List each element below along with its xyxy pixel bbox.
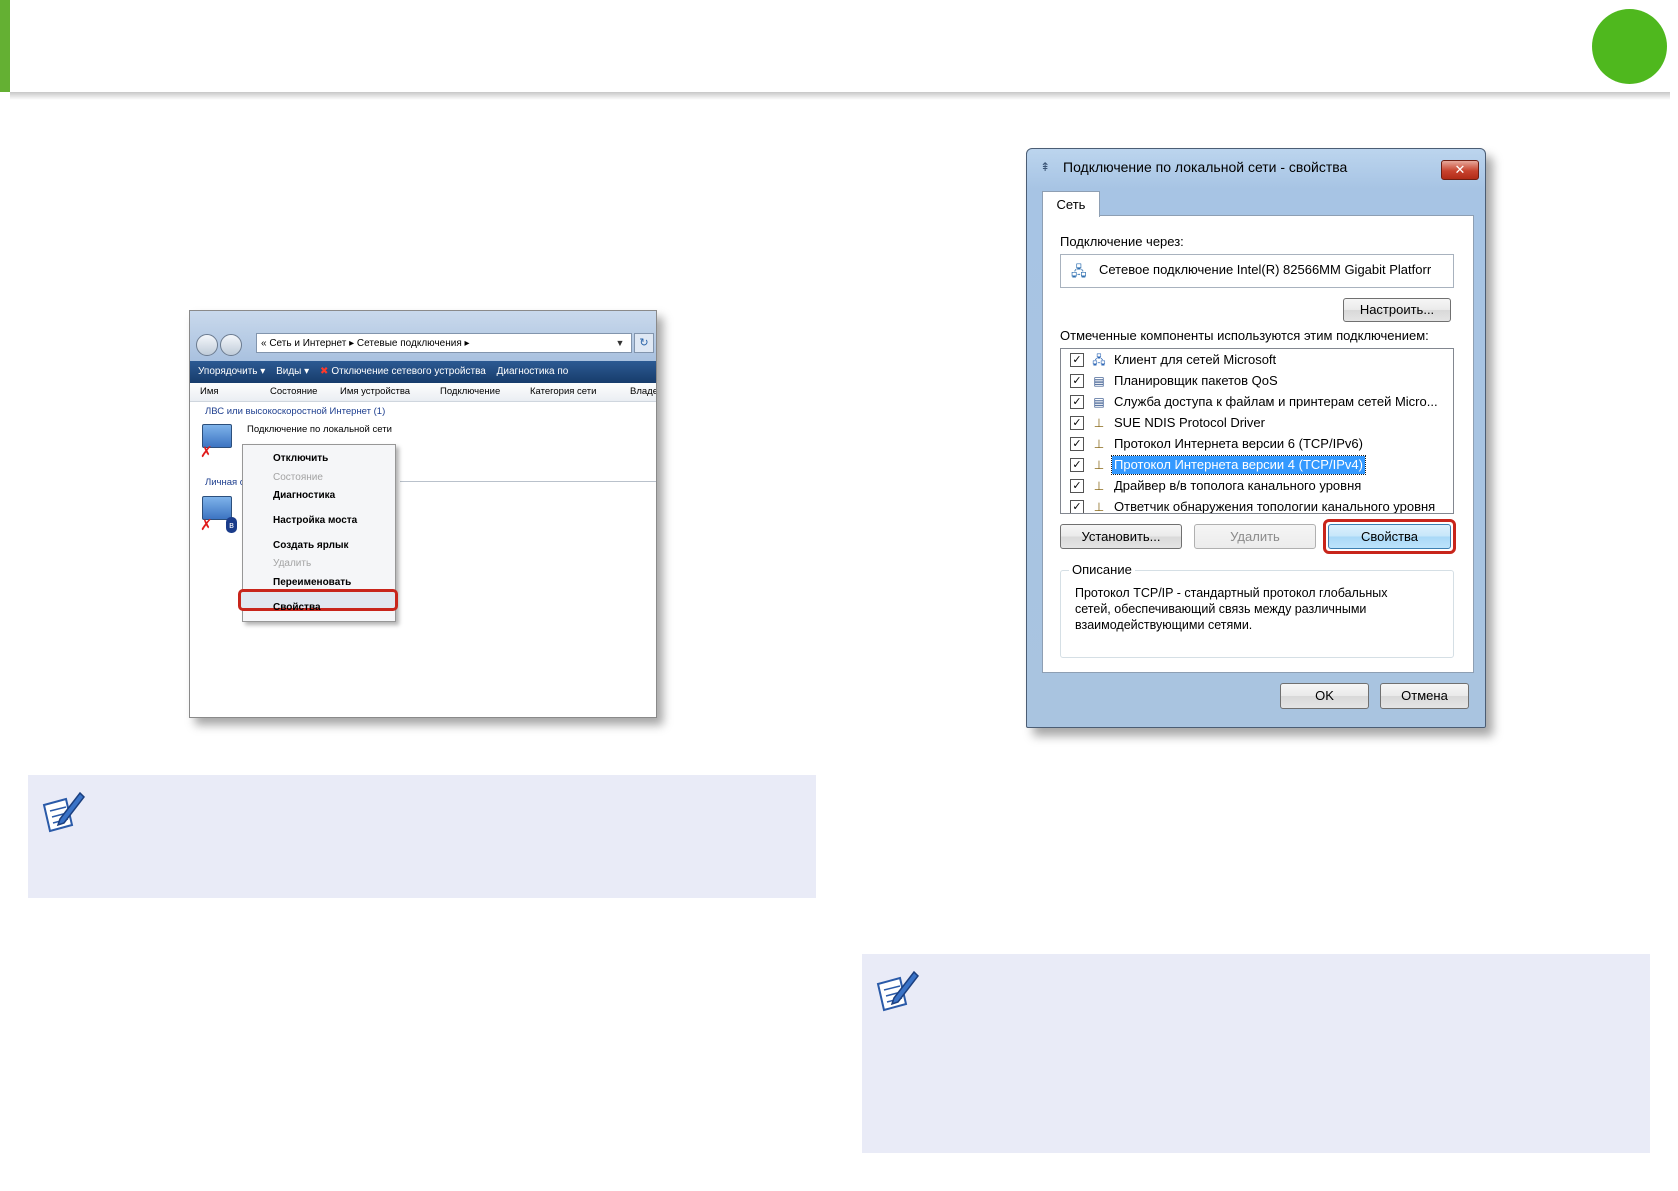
menu-item-status: Состояние [273, 472, 323, 483]
address-bar[interactable]: « Сеть и Интернет ▸ Сетевые подключения … [256, 333, 632, 353]
network-plug-icon: ⇞ [1040, 160, 1051, 174]
description-text: Протокол TCP/IP - стандартный протокол г… [1075, 585, 1387, 633]
cancel-button[interactable]: Отмена [1380, 683, 1469, 709]
menu-item-delete: Удалить [273, 558, 312, 569]
menu-item-shortcut[interactable]: Создать ярлык [273, 540, 349, 551]
dialog-title: Подключение по локальной сети - свойства [1063, 159, 1348, 175]
header-divider [10, 92, 1670, 100]
lan-properties-dialog: ⇞ Подключение по локальной сети - свойст… [1026, 148, 1486, 728]
remove-button: Удалить [1194, 524, 1316, 549]
list-item[interactable]: ✓ 🖧 Клиент для сетей Microsoft [1061, 350, 1453, 370]
component-checkbox[interactable]: ✓ [1070, 416, 1084, 430]
component-label: Служба доступа к файлам и принтерам сете… [1114, 394, 1438, 409]
network-connections-window: « Сеть и Интернет ▸ Сетевые подключения … [189, 310, 657, 718]
diagnose-button[interactable]: Диагностика по [497, 366, 569, 377]
context-menu: Отключить Состояние Диагностика Настройк… [238, 444, 398, 622]
group-header-lan[interactable]: ЛВС или высокоскоростной Интернет (1) [205, 406, 385, 417]
column-owner[interactable]: Владе [630, 383, 656, 401]
list-item[interactable]: ✓ ⊥ SUE NDIS Protocol Driver [1061, 413, 1453, 433]
organize-button[interactable]: Упорядочить ▾ [198, 366, 265, 377]
disabled-x-icon: ✗ [200, 517, 213, 534]
bluetooth-icon: ʙ [226, 517, 237, 533]
configure-button[interactable]: Настроить... [1343, 298, 1451, 322]
address-dropdown-icon[interactable]: ▼ [610, 333, 630, 353]
description-line: взаимодействующими сетями. [1075, 618, 1253, 632]
menu-item-diagnose[interactable]: Диагностика [273, 490, 335, 501]
properties-button[interactable]: Свойства [1328, 524, 1451, 549]
component-label: Протокол Интернета версии 6 (TCP/IPv6) [1114, 436, 1363, 451]
component-checkbox[interactable]: ✓ [1070, 500, 1084, 513]
column-name[interactable]: Имя [200, 383, 219, 401]
description-line: сетей, обеспечивающий связь между различ… [1075, 602, 1367, 616]
component-checkbox[interactable]: ✓ [1070, 395, 1084, 409]
column-network-category[interactable]: Категория сети [530, 383, 596, 401]
header-accent-bar [0, 0, 10, 92]
service-icon: ▤ [1093, 395, 1105, 409]
component-label: Ответчик обнаружения топологии канальног… [1114, 499, 1436, 513]
components-list[interactable]: ✓ 🖧 Клиент для сетей Microsoft ✓ ▤ Плани… [1060, 348, 1454, 514]
description-line: Протокол TCP/IP - стандартный протокол г… [1075, 586, 1388, 600]
tab-network[interactable]: Сеть [1042, 191, 1100, 217]
component-checkbox[interactable]: ✓ [1070, 353, 1084, 367]
menu-item-rename[interactable]: Переименовать [273, 577, 351, 588]
list-item[interactable]: ✓ ▤ Служба доступа к файлам и принтерам … [1061, 392, 1453, 412]
component-label: Планировщик пакетов QoS [1114, 373, 1278, 388]
component-checkbox[interactable]: ✓ [1070, 374, 1084, 388]
install-button[interactable]: Установить... [1060, 524, 1182, 549]
column-connectivity[interactable]: Подключение [440, 383, 500, 401]
list-item[interactable]: ✓ ⊥ Драйвер в/в тополога канального уров… [1061, 476, 1453, 496]
menu-item-properties[interactable]: Свойства [273, 602, 321, 613]
list-item[interactable]: ✓ ▤ Планировщик пакетов QoS [1061, 371, 1453, 391]
list-item[interactable]: ✓ ⊥ Протокол Интернета версии 6 (TCP/IPv… [1061, 434, 1453, 454]
views-button[interactable]: Виды ▾ [276, 366, 309, 377]
protocol-icon: ⊥ [1093, 458, 1105, 472]
protocol-icon: ⊥ [1093, 416, 1105, 430]
note-pencil-icon [42, 791, 85, 833]
connect-via-label: Подключение через: [1060, 234, 1184, 249]
component-checkbox[interactable]: ✓ [1070, 437, 1084, 451]
page-marker-dot [1592, 9, 1667, 84]
component-checkbox[interactable]: ✓ [1070, 458, 1084, 472]
disable-device-icon: ✖ [319, 366, 329, 377]
refresh-icon[interactable]: ↻ [634, 333, 654, 353]
column-headers: Имя Состояние Имя устройства Подключение… [190, 383, 656, 402]
component-label: Драйвер в/в тополога канального уровня [1114, 478, 1362, 493]
group-divider [400, 481, 656, 482]
note-pencil-icon [876, 970, 919, 1012]
note-box-right [862, 954, 1650, 1153]
service-icon: ▤ [1093, 374, 1105, 388]
disable-device-button[interactable]: Отключение сетевого устройства [331, 366, 486, 377]
component-label: SUE NDIS Protocol Driver [1114, 415, 1265, 430]
description-groupbox: Описание Протокол TCP/IP - стандартный п… [1060, 562, 1454, 658]
ok-button[interactable]: OK [1280, 683, 1369, 709]
note-box-left [28, 775, 816, 898]
network-client-icon: 🖧 [1092, 353, 1106, 367]
explorer-toolbar: Упорядочить ▾ Виды ▾ ✖ Отключение сетевог… [190, 361, 656, 383]
adapter-icon: 🖧 [1071, 263, 1087, 279]
group-header-personal[interactable]: Личная с [205, 477, 245, 488]
menu-item-disable[interactable]: Отключить [273, 453, 328, 464]
back-button[interactable] [196, 334, 218, 356]
close-button[interactable]: ✕ [1441, 160, 1479, 180]
adapter-name: Сетевое подключение Intel(R) 82566MM Gig… [1099, 262, 1432, 277]
protocol-icon: ⊥ [1093, 479, 1105, 493]
component-label: Клиент для сетей Microsoft [1114, 352, 1277, 367]
disabled-x-icon: ✗ [200, 444, 213, 461]
components-label: Отмеченные компоненты используются этим … [1060, 328, 1429, 343]
menu-item-bridge[interactable]: Настройка моста [273, 515, 357, 526]
adapter-field: 🖧 Сетевое подключение Intel(R) 82566MM G… [1060, 254, 1454, 288]
protocol-icon: ⊥ [1093, 500, 1105, 513]
forward-button[interactable] [220, 334, 242, 356]
address-path: « Сеть и Интернет ▸ Сетевые подключения … [261, 338, 470, 349]
protocol-icon: ⊥ [1093, 437, 1105, 451]
description-title: Описание [1069, 562, 1135, 577]
network-tab-panel: Подключение через: 🖧 Сетевое подключение… [1042, 215, 1474, 673]
component-checkbox[interactable]: ✓ [1070, 479, 1084, 493]
component-label: Протокол Интернета версии 4 (TCP/IPv4) [1111, 455, 1366, 475]
column-status[interactable]: Состояние [270, 383, 317, 401]
list-item[interactable]: ✓ ⊥ Ответчик обнаружения топологии канал… [1061, 497, 1453, 513]
connection-item-name[interactable]: Подключение по локальной сети [247, 424, 392, 436]
list-item-selected[interactable]: ✓ ⊥ Протокол Интернета версии 4 (TCP/IPv… [1061, 455, 1453, 475]
column-device-name[interactable]: Имя устройства [340, 383, 410, 401]
